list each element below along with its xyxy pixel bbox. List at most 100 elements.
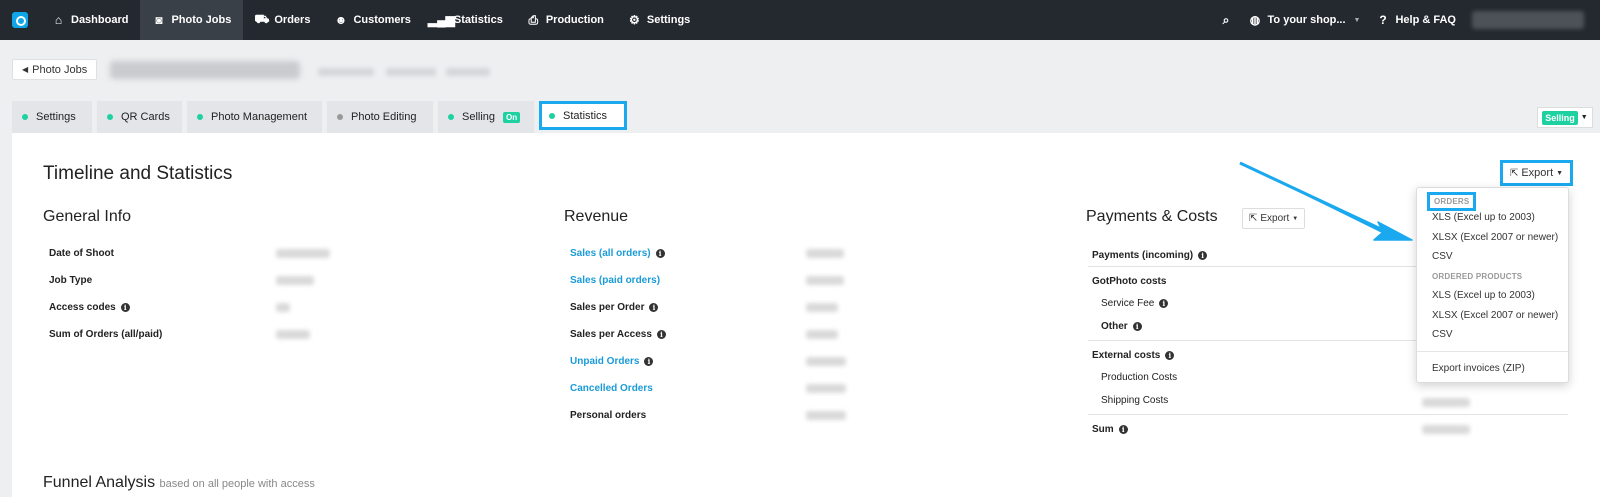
top-nav: ⌂ Dashboard ◙ Photo Jobs ⛟ Orders ☻ Customer… — [0, 0, 1600, 40]
divider — [1088, 414, 1568, 415]
orders-section-header: ORDERS — [1427, 192, 1477, 211]
sales-per-access-label: Sales per Access i — [570, 329, 666, 340]
products-xls-item[interactable]: XLS (Excel up to 2003) — [1432, 290, 1535, 301]
tab-photo-management[interactable]: Photo Management — [187, 101, 322, 133]
unpaid-orders-link[interactable]: Unpaid Orders i — [570, 356, 654, 367]
sales-all-orders-link[interactable]: Sales (all orders) i — [570, 248, 665, 259]
cancelled-orders-link[interactable]: Cancelled Orders — [570, 383, 653, 394]
job-type-label: Job Type — [49, 275, 93, 286]
job-meta-3 — [446, 68, 490, 76]
nav-statistics[interactable]: ▂▄▆ Statistics — [423, 0, 515, 40]
orders-csv-item[interactable]: CSV — [1432, 251, 1453, 262]
nav-orders[interactable]: ⛟ Orders — [243, 0, 322, 40]
export-icon: ⇱ — [1509, 167, 1519, 179]
tab-settings[interactable]: Settings — [12, 101, 92, 133]
tab-statistics[interactable]: Statistics — [539, 101, 627, 130]
tab-selling[interactable]: Selling On — [438, 101, 534, 133]
caret-down-icon: ▼ — [1556, 169, 1564, 177]
other-label: Other i — [1101, 321, 1142, 332]
personal-orders-label: Personal orders — [570, 410, 647, 421]
search-button[interactable]: ⌕ — [1212, 0, 1241, 40]
cart-icon: ⛟ — [254, 12, 270, 26]
bar-chart-icon: ▂▄▆ — [427, 13, 455, 27]
info-icon[interactable]: i — [649, 303, 659, 312]
nav-right: ⌕ ◍ To your shop... ▼ ? Help & FAQ — [1212, 0, 1600, 40]
payments-export-button[interactable]: ⇱ Export ▼ — [1242, 208, 1306, 229]
printer-icon: ⎙ — [528, 12, 539, 27]
globe-icon: ◍ — [1249, 13, 1261, 27]
job-meta-2 — [386, 68, 436, 76]
general-info-title: General Info — [43, 208, 132, 225]
unpaid-orders-value — [806, 357, 846, 366]
tab-qr-cards[interactable]: QR Cards — [97, 101, 182, 133]
job-meta-1 — [318, 68, 374, 76]
menu-divider — [1417, 351, 1568, 352]
sum-label: Sum i — [1092, 424, 1128, 435]
access-codes-label: Access codes i — [49, 302, 130, 313]
sum-value — [1422, 425, 1470, 434]
info-icon[interactable]: i — [1159, 299, 1169, 308]
caret-down-icon: ▼ — [1580, 114, 1588, 121]
nav-settings[interactable]: ⚙ Settings — [616, 0, 702, 40]
orders-xls-item[interactable]: XLS (Excel up to 2003) — [1432, 212, 1535, 223]
info-icon[interactable]: i — [1198, 251, 1208, 260]
info-icon[interactable]: i — [644, 357, 654, 366]
status-dot — [448, 114, 454, 120]
export-invoices-item[interactable]: Export invoices (ZIP) — [1432, 363, 1525, 374]
service-fee-label: Service Fee i — [1101, 298, 1169, 309]
job-type-value — [276, 276, 314, 285]
cancelled-orders-value — [806, 384, 846, 393]
camera-icon: ◙ — [155, 13, 163, 27]
funnel-subtitle: based on all people with access — [159, 478, 315, 490]
question-icon: ? — [1379, 13, 1387, 27]
shipping-costs-value — [1422, 398, 1470, 407]
status-dot — [22, 114, 28, 120]
nav-dashboard[interactable]: ⌂ Dashboard — [40, 0, 140, 40]
date-of-shoot-label: Date of Shoot — [49, 248, 114, 259]
status-dot — [107, 114, 113, 120]
production-costs-label: Production Costs — [1101, 372, 1178, 383]
status-dot — [197, 114, 203, 120]
logo[interactable] — [0, 0, 40, 40]
products-csv-item[interactable]: CSV — [1432, 329, 1453, 340]
export-dropdown-menu: ORDERS XLS (Excel up to 2003) XLSX (Exce… — [1416, 187, 1569, 383]
help-link[interactable]: ? Help & FAQ — [1368, 0, 1464, 40]
user-menu[interactable] — [1472, 11, 1584, 29]
info-icon[interactable]: i — [1118, 425, 1128, 434]
selling-status-dropdown[interactable]: Selling ▼ — [1537, 107, 1593, 128]
sales-per-order-value — [806, 303, 838, 312]
home-icon: ⌂ — [54, 13, 63, 27]
external-costs-label: External costs i — [1092, 350, 1175, 361]
job-title — [110, 61, 300, 79]
info-icon[interactable]: i — [655, 249, 665, 258]
orders-xlsx-item[interactable]: XLSX (Excel 2007 or newer) — [1432, 232, 1558, 243]
tab-photo-editing[interactable]: Photo Editing — [327, 101, 433, 133]
status-dot — [549, 112, 555, 119]
nav-customers[interactable]: ☻ Customers — [322, 0, 422, 40]
export-icon: ⇱ — [1249, 213, 1258, 224]
logo-icon — [12, 12, 28, 28]
caret-down-icon: ▼ — [1292, 215, 1299, 222]
back-button[interactable]: ◀ Photo Jobs — [12, 59, 98, 80]
ordered-products-section-header: ORDERED PRODUCTS — [1432, 272, 1523, 281]
shipping-costs-label: Shipping Costs — [1101, 395, 1169, 406]
page-title: Timeline and Statistics — [43, 163, 233, 184]
sales-paid-orders-link[interactable]: Sales (paid orders) — [570, 275, 660, 286]
sales-paid-value — [806, 276, 844, 285]
export-button[interactable]: ⇱ Export ▼ — [1500, 160, 1573, 186]
shop-link[interactable]: ◍ To your shop... ▼ — [1241, 0, 1369, 40]
gotphoto-costs-label: GotPhoto costs — [1092, 276, 1167, 287]
user-icon: ☻ — [334, 13, 348, 27]
sum-of-orders-value — [276, 330, 310, 339]
products-xlsx-item[interactable]: XLSX (Excel 2007 or newer) — [1432, 310, 1558, 321]
info-icon[interactable]: i — [656, 330, 666, 339]
sum-of-orders-label: Sum of Orders (all/paid) — [49, 329, 163, 340]
nav-production[interactable]: ⎙ Production — [515, 0, 616, 40]
info-icon[interactable]: i — [1132, 322, 1142, 331]
sales-all-value — [806, 249, 844, 258]
info-icon[interactable]: i — [1165, 351, 1175, 360]
info-icon[interactable]: i — [120, 303, 130, 312]
sales-per-order-label: Sales per Order i — [570, 302, 659, 313]
nav-photo-jobs[interactable]: ◙ Photo Jobs — [140, 0, 244, 40]
selling-badge: Selling — [1542, 110, 1578, 125]
